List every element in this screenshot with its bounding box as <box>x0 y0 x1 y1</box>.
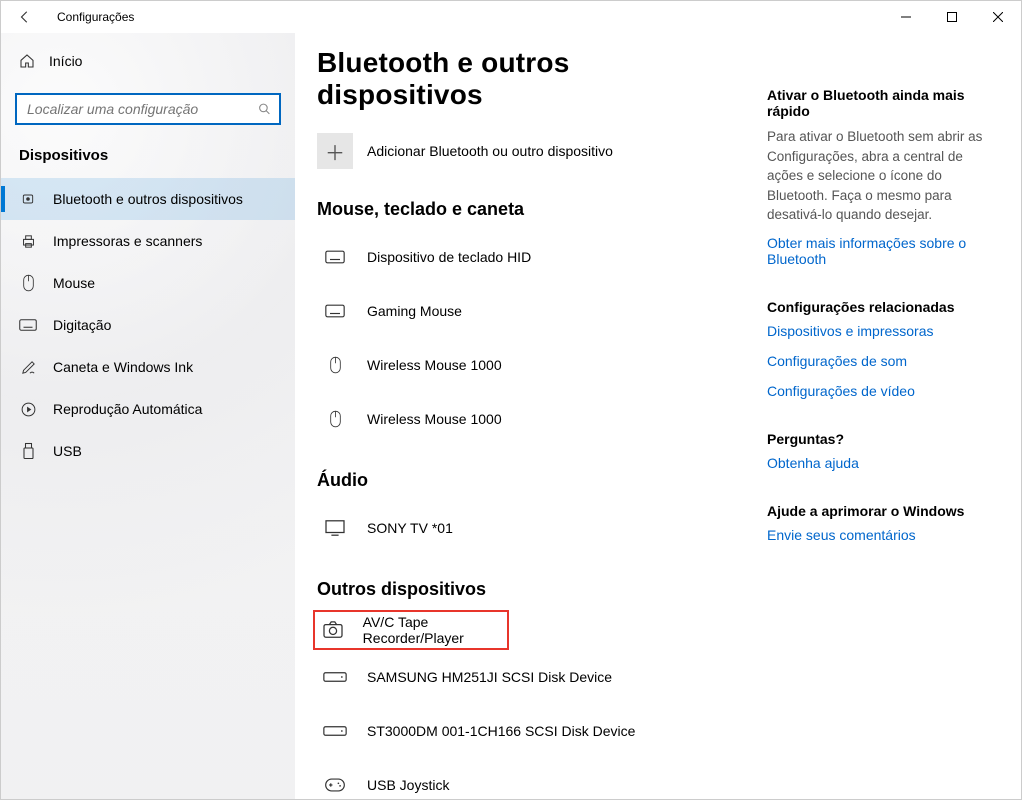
questions-group: Perguntas? Obtenha ajuda <box>767 431 993 471</box>
device-label: ST3000DM 001-1CH166 SCSI Disk Device <box>367 723 635 739</box>
device-label: SONY TV *01 <box>367 520 453 536</box>
device-row[interactable]: USB Joystick <box>317 758 737 799</box>
device-row[interactable]: Wireless Mouse 1000 <box>317 392 737 446</box>
nav-item-bluetooth[interactable]: Bluetooth e outros dispositivos <box>1 178 295 220</box>
device-label: AV/C Tape Recorder/Player <box>363 614 507 646</box>
device-row[interactable]: SAMSUNG HM251JI SCSI Disk Device <box>317 650 737 704</box>
related-group: Configurações relacionadas Dispositivos … <box>767 299 993 399</box>
nav-item-label: Caneta e Windows Ink <box>53 359 193 375</box>
home-icon <box>19 53 35 69</box>
titlebar: Configurações <box>1 1 1021 33</box>
nav-item-usb[interactable]: USB <box>1 430 295 472</box>
nav-item-label: Bluetooth e outros dispositivos <box>53 191 243 207</box>
questions-link[interactable]: Obtenha ajuda <box>767 455 993 471</box>
section-title: Áudio <box>317 470 737 491</box>
maximize-button[interactable] <box>929 1 975 33</box>
keyboard-icon <box>321 243 349 271</box>
disk-icon <box>321 717 349 745</box>
nav-item-label: USB <box>53 443 82 459</box>
settings-window: Configurações Início <box>0 0 1022 800</box>
printer-icon <box>19 232 37 250</box>
search-wrap <box>15 93 281 125</box>
disk-icon <box>321 663 349 691</box>
section-title: Outros dispositivos <box>317 579 737 600</box>
bt-info-link[interactable]: Obter mais informações sobre o Bluetooth <box>767 235 993 267</box>
section-title: Mouse, teclado e caneta <box>317 199 737 220</box>
bluetooth-icon <box>19 190 37 208</box>
bt-info-text: Para ativar o Bluetooth sem abrir as Con… <box>767 127 993 225</box>
home-label: Início <box>49 53 82 69</box>
page-title: Bluetooth e outros dispositivos <box>317 47 737 111</box>
keyboard-icon <box>19 316 37 334</box>
camera-icon <box>321 616 345 644</box>
nav-item-label: Impressoras e scanners <box>53 233 202 249</box>
device-label: Wireless Mouse 1000 <box>367 357 502 373</box>
bt-info-group: Ativar o Bluetooth ainda mais rápido Par… <box>767 87 993 267</box>
minimize-button[interactable] <box>883 1 929 33</box>
nav-item-printer[interactable]: Impressoras e scanners <box>1 220 295 262</box>
nav-item-autoplay[interactable]: Reprodução Automática <box>1 388 295 430</box>
device-label: SAMSUNG HM251JI SCSI Disk Device <box>367 669 612 685</box>
add-device-label: Adicionar Bluetooth ou outro dispositivo <box>367 143 613 159</box>
improve-link[interactable]: Envie seus comentários <box>767 527 993 543</box>
body: Início Dispositivos Bluetooth e outros d… <box>1 33 1021 799</box>
home-button[interactable]: Início <box>1 41 295 81</box>
device-label: USB Joystick <box>367 777 449 793</box>
nav-item-label: Mouse <box>53 275 95 291</box>
gamepad-icon <box>321 771 349 799</box>
nav-item-mouse[interactable]: Mouse <box>1 262 295 304</box>
device-row[interactable]: SONY TV *01 <box>317 501 737 555</box>
device-label: Gaming Mouse <box>367 303 462 319</box>
tv-icon <box>321 514 349 542</box>
nav-item-pen[interactable]: Caneta e Windows Ink <box>1 346 295 388</box>
related-title: Configurações relacionadas <box>767 299 993 315</box>
nav-item-keyboard[interactable]: Digitação <box>1 304 295 346</box>
improve-group: Ajude a aprimorar o Windows Envie seus c… <box>767 503 993 543</box>
device-label: Wireless Mouse 1000 <box>367 411 502 427</box>
add-device-row[interactable]: ＋ Adicionar Bluetooth ou outro dispositi… <box>317 133 737 169</box>
nav-list: Bluetooth e outros dispositivos Impressor… <box>1 178 295 472</box>
search-icon <box>258 103 271 116</box>
pen-icon <box>19 358 37 376</box>
plus-icon: ＋ <box>317 133 353 169</box>
mouse-icon <box>321 405 349 433</box>
category-heading: Dispositivos <box>1 141 295 178</box>
related-link[interactable]: Configurações de som <box>767 353 993 369</box>
autoplay-icon <box>19 400 37 418</box>
improve-title: Ajude a aprimorar o Windows <box>767 503 993 519</box>
device-row[interactable]: Dispositivo de teclado HID <box>317 230 737 284</box>
keyboard-icon <box>321 297 349 325</box>
usb-icon <box>19 442 37 460</box>
related-link[interactable]: Dispositivos e impressoras <box>767 323 993 339</box>
nav-item-label: Digitação <box>53 317 111 333</box>
sidebar: Início Dispositivos Bluetooth e outros d… <box>1 33 295 799</box>
bt-info-title: Ativar o Bluetooth ainda mais rápido <box>767 87 993 119</box>
side-panel: Ativar o Bluetooth ainda mais rápido Par… <box>767 47 993 799</box>
main: Bluetooth e outros dispositivos ＋ Adicio… <box>295 33 1021 799</box>
device-label: Dispositivo de teclado HID <box>367 249 531 265</box>
search-input[interactable] <box>15 93 281 125</box>
device-row[interactable]: AV/C Tape Recorder/Player <box>313 610 509 650</box>
close-button[interactable] <box>975 1 1021 33</box>
window-title: Configurações <box>57 10 134 24</box>
related-link[interactable]: Configurações de vídeo <box>767 383 993 399</box>
nav-item-label: Reprodução Automática <box>53 401 202 417</box>
questions-title: Perguntas? <box>767 431 993 447</box>
device-row[interactable]: ST3000DM 001-1CH166 SCSI Disk Device <box>317 704 737 758</box>
mouse-icon <box>19 274 37 292</box>
device-sections: Mouse, teclado e caneta Dispositivo de te… <box>317 199 737 799</box>
mouse-icon <box>321 351 349 379</box>
device-row[interactable]: Gaming Mouse <box>317 284 737 338</box>
content: Bluetooth e outros dispositivos ＋ Adicio… <box>317 47 767 799</box>
back-button[interactable] <box>9 1 41 33</box>
window-controls <box>883 1 1021 33</box>
device-row[interactable]: Wireless Mouse 1000 <box>317 338 737 392</box>
